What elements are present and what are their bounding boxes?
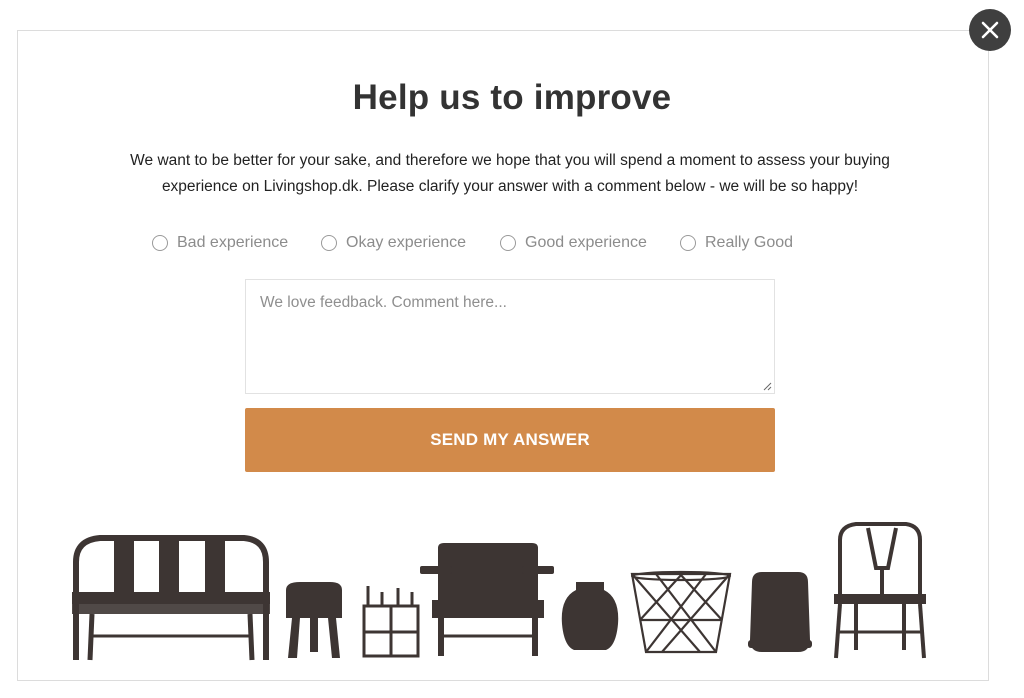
vase-icon xyxy=(561,582,619,650)
bench-icon xyxy=(72,535,270,661)
wishbone-chair-icon xyxy=(834,522,926,659)
cube-shelf-icon xyxy=(362,586,420,658)
wire-basket-icon xyxy=(630,570,732,654)
bin-icon xyxy=(748,572,812,652)
lounge-chair-icon xyxy=(420,543,554,656)
stool-icon xyxy=(286,582,342,658)
page-backdrop: Help us to improve We want to be better … xyxy=(0,0,1024,698)
furniture-illustration xyxy=(72,522,926,661)
